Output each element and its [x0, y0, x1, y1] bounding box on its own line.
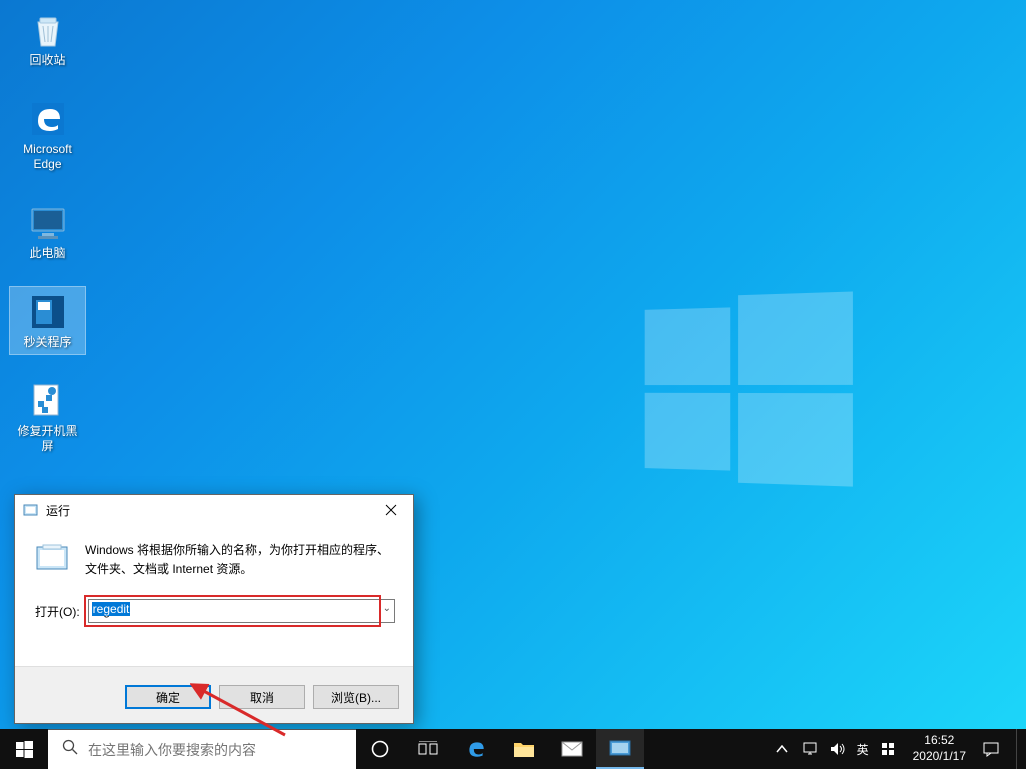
- run-icon: [23, 502, 39, 518]
- desktop-icon-this-pc[interactable]: 此电脑: [10, 198, 85, 265]
- cancel-button[interactable]: 取消: [219, 685, 305, 709]
- dialog-description: Windows 将根据你所输入的名称，为你打开相应的程序、文件夹、文档或 Int…: [85, 541, 393, 579]
- desktop-icon-recycle-bin[interactable]: 回收站: [10, 5, 85, 72]
- show-desktop-button[interactable]: [1016, 729, 1022, 769]
- taskbar-run-app[interactable]: [596, 729, 644, 769]
- mail-icon: [561, 741, 583, 757]
- taskbar-file-explorer[interactable]: [500, 729, 548, 769]
- ime-indicator[interactable]: 英: [857, 741, 869, 758]
- titlebar[interactable]: 运行: [15, 495, 413, 525]
- taskbar-mail[interactable]: [548, 729, 596, 769]
- taskbar-edge[interactable]: [452, 729, 500, 769]
- icon-label: 此电脑: [12, 246, 83, 261]
- network-icon[interactable]: [801, 742, 819, 756]
- tray-chevron-up-icon[interactable]: [773, 745, 791, 753]
- task-view-button[interactable]: [404, 729, 452, 769]
- run-large-icon: [35, 541, 71, 577]
- folder-icon: [513, 740, 535, 758]
- icon-label: 秒关程序: [12, 335, 83, 350]
- app-icon: [12, 291, 83, 333]
- taskbar-clock[interactable]: 16:52 2020/1/17: [907, 733, 972, 764]
- ok-button[interactable]: 确定: [125, 685, 211, 709]
- clock-time: 16:52: [913, 733, 966, 749]
- run-dialog: 运行 Windows 将根据你所输入的名称，为你打开相应的程序、文件夹、文档或 …: [14, 494, 414, 724]
- task-view-icon: [418, 741, 438, 757]
- desktop-icons: 回收站 Microsoft Edge 此电脑 秒关程序 修复开机黑屏: [10, 5, 85, 480]
- recycle-bin-icon: [12, 9, 83, 51]
- selected-text: regedit: [92, 602, 131, 616]
- open-combobox[interactable]: regedit ⌄: [88, 599, 395, 623]
- app-icon: [12, 380, 83, 422]
- icon-label: 回收站: [12, 53, 83, 68]
- desktop-icon-fix-boot[interactable]: 修复开机黑屏: [10, 376, 85, 458]
- clock-date: 2020/1/17: [913, 749, 966, 765]
- cortana-button[interactable]: [356, 729, 404, 769]
- dialog-title: 运行: [46, 502, 369, 519]
- taskbar-search[interactable]: [48, 729, 356, 769]
- browse-button[interactable]: 浏览(B)...: [313, 685, 399, 709]
- close-button[interactable]: [369, 495, 413, 525]
- icon-label: 修复开机黑屏: [12, 424, 83, 454]
- edge-icon: [465, 738, 487, 760]
- run-icon: [609, 739, 631, 757]
- taskbar: 英 16:52 2020/1/17: [0, 729, 1026, 769]
- search-icon: [62, 739, 78, 760]
- open-label: 打开(O):: [35, 603, 80, 620]
- desktop-icon-edge[interactable]: Microsoft Edge: [10, 94, 85, 176]
- open-input[interactable]: [88, 599, 395, 623]
- edge-icon: [12, 98, 83, 140]
- this-pc-icon: [12, 202, 83, 244]
- search-input[interactable]: [88, 742, 356, 758]
- windows-icon: [16, 741, 33, 758]
- volume-icon[interactable]: [829, 742, 847, 756]
- wallpaper-windows-logo: [645, 291, 853, 483]
- start-button[interactable]: [0, 729, 48, 769]
- desktop-icon-miaoguan[interactable]: 秒关程序: [10, 287, 85, 354]
- ime-mode-icon[interactable]: [879, 742, 897, 756]
- close-icon: [385, 504, 397, 516]
- cortana-icon: [371, 740, 389, 758]
- system-tray: 英 16:52 2020/1/17: [773, 729, 1026, 769]
- icon-label: Microsoft Edge: [12, 142, 83, 172]
- action-center-icon[interactable]: [982, 741, 1000, 757]
- desktop[interactable]: 回收站 Microsoft Edge 此电脑 秒关程序 修复开机黑屏: [0, 0, 1026, 769]
